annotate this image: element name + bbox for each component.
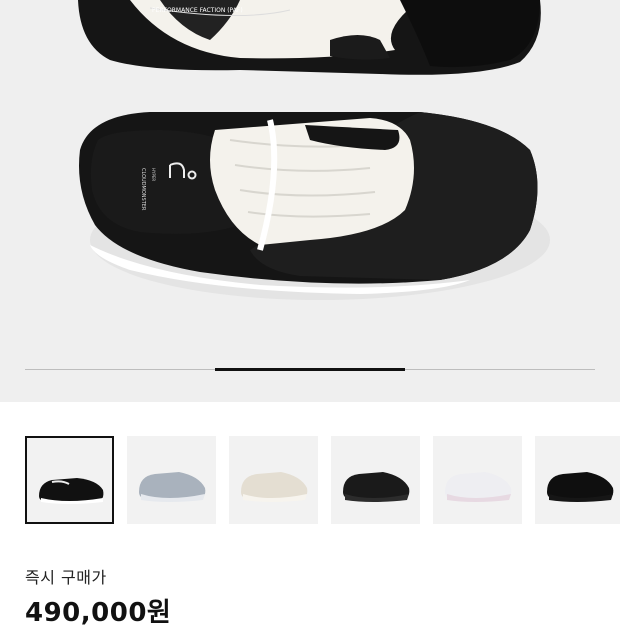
shoe-thumbnail-icon: [445, 472, 512, 502]
thumbnail-silver[interactable]: [127, 436, 216, 524]
shoe-thumbnail-icon: [39, 478, 104, 504]
product-photo: PERFORMANCE FACTION (PAF) CLOUDMONSTER H…: [78, 0, 550, 300]
insole-brand-label: CLOUDMONSTER: [140, 168, 146, 211]
gallery-progress-indicator: [215, 368, 405, 371]
insole-sub-label: HYPER: [151, 168, 156, 181]
top-shoe-image: PERFORMANCE FACTION (PAF): [78, 0, 541, 75]
instant-buy-price-label: 즉시 구매가: [25, 568, 107, 587]
thumbnail-strip[interactable]: [25, 436, 620, 526]
shoe-thumbnail-icon: [139, 472, 206, 502]
shoe-thumbnail-icon: [343, 472, 410, 502]
tongue-label: PERFORMANCE FACTION (PAF): [152, 7, 243, 14]
thumbnail-black[interactable]: [331, 436, 420, 524]
thumbnail-black-white[interactable]: [25, 436, 114, 524]
thumbnail-white-pink[interactable]: [433, 436, 522, 524]
thumbnail-cream[interactable]: [229, 436, 318, 524]
shoe-thumbnail-icon: [241, 472, 308, 502]
instant-buy-price: 490,000원: [25, 598, 172, 628]
bottom-shoe-image: CLOUDMONSTER HYPER: [79, 112, 550, 300]
gallery-progress-track: [25, 368, 595, 371]
product-image-gallery[interactable]: PERFORMANCE FACTION (PAF) CLOUDMONSTER H…: [0, 0, 620, 402]
thumbnail-all-black[interactable]: [535, 436, 620, 524]
shoe-thumbnail-icon: [547, 472, 614, 502]
